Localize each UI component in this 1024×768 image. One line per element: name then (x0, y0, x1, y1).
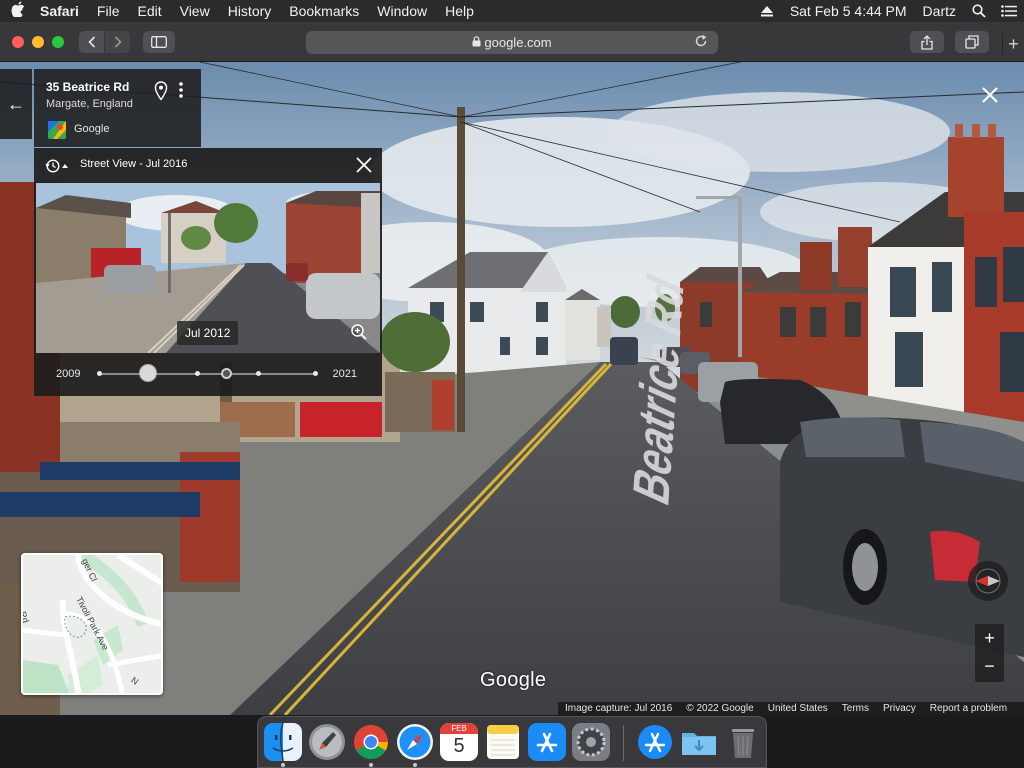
history-preview-date: Jul 2012 (177, 321, 239, 345)
history-clock-icon[interactable] (45, 158, 68, 174)
attribution-bar: Image capture: Jul 2016 © 2022 Google Un… (558, 702, 1024, 715)
back-to-map-button[interactable]: ← (0, 69, 32, 139)
close-icon[interactable] (354, 155, 374, 175)
street-view-history-panel: Street View - Jul 2016 Jul 2012 2009 202… (34, 148, 382, 396)
dock: FEB 5 (257, 716, 767, 768)
copyright-text: © 2022 Google (686, 703, 754, 714)
place-source-label: Google (74, 123, 110, 135)
map-pin-icon[interactable] (154, 81, 172, 103)
menu-bar: Safari File Edit View History Bookmarks … (0, 0, 1024, 22)
minimap[interactable]: Tivoli Park Ave Rd ger Cl N (21, 553, 163, 695)
chrome-icon[interactable] (352, 723, 390, 761)
timeline-end-year: 2021 (332, 368, 357, 380)
apple-menu-icon[interactable] (0, 1, 36, 21)
image-capture-date: Image capture: Jul 2016 (565, 703, 673, 714)
menu-user[interactable]: Dartz (915, 0, 964, 22)
google-maps-logo-icon (48, 121, 66, 139)
history-panel-title: Street View - Jul 2016 (80, 158, 188, 170)
trash-icon[interactable] (724, 723, 762, 761)
menu-window[interactable]: Window (368, 0, 436, 22)
notes-icon[interactable] (484, 723, 522, 761)
timeline-tick[interactable] (97, 371, 102, 376)
downloads-folder-icon[interactable] (680, 723, 718, 761)
menu-bookmarks[interactable]: Bookmarks (280, 0, 368, 22)
place-info-card: 35 Beatrice Rd Margate, England Google (34, 69, 201, 147)
zoom-control: + − (975, 624, 1004, 682)
more-options-icon[interactable] (178, 81, 188, 103)
timeline-tick[interactable] (195, 371, 200, 376)
control-center-list-icon[interactable] (994, 0, 1024, 22)
region-link[interactable]: United States (761, 703, 835, 714)
safari-toolbar: google.com (0, 22, 1024, 62)
history-preview-image[interactable]: Jul 2012 (36, 183, 380, 353)
forward-button[interactable] (105, 31, 130, 53)
menu-history[interactable]: History (219, 0, 281, 22)
menu-edit[interactable]: Edit (128, 0, 170, 22)
eject-icon[interactable] (752, 0, 782, 22)
window-fullscreen-button[interactable] (52, 36, 64, 48)
google-wordmark-logo: Google (480, 669, 547, 691)
timeline-track[interactable] (97, 371, 318, 376)
system-preferences-icon[interactable] (572, 723, 610, 761)
window-close-button[interactable] (12, 36, 24, 48)
menu-file[interactable]: File (88, 0, 129, 22)
street-view-viewport[interactable]: Beatrice Rd ← 35 Beatrice Rd Margate, En… (0, 62, 1024, 715)
place-subtitle: Margate, England (46, 98, 133, 110)
share-button[interactable] (910, 31, 944, 53)
calendar-day: 5 (453, 735, 465, 757)
tabs-icon (965, 35, 979, 49)
place-title[interactable]: 35 Beatrice Rd (46, 80, 129, 94)
report-problem-link[interactable]: Report a problem (923, 703, 1014, 714)
timeline-current-marker[interactable] (221, 368, 232, 379)
calendar-month: FEB (440, 723, 478, 734)
safari-icon[interactable] (396, 723, 434, 761)
sidebar-toggle-button[interactable] (143, 31, 175, 53)
timeline-tick[interactable] (256, 371, 261, 376)
address-url: google.com (484, 35, 552, 50)
zoom-in-button[interactable]: + (975, 624, 1004, 653)
lock-icon (472, 35, 481, 50)
menu-view[interactable]: View (171, 0, 219, 22)
running-indicator (413, 763, 417, 767)
running-indicator (369, 763, 373, 767)
new-tab-button[interactable]: + (1002, 33, 1024, 55)
zoom-in-icon[interactable] (350, 323, 368, 341)
share-icon (921, 34, 933, 50)
timeline-tick[interactable] (313, 371, 318, 376)
history-panel-header: Street View - Jul 2016 (34, 148, 382, 183)
spotlight-search-icon[interactable] (964, 0, 994, 22)
compass-icon[interactable] (966, 559, 1010, 603)
address-bar[interactable]: google.com (306, 31, 718, 54)
chevron-left-icon (87, 36, 95, 48)
menu-app-name[interactable]: Safari (36, 0, 88, 22)
app-store-download-icon[interactable] (636, 723, 674, 761)
tab-overview-button[interactable] (955, 31, 989, 53)
safari-window: google.com + Beatrice Rd ← 35 Beatrice R… (0, 22, 1024, 715)
app-store-icon[interactable] (528, 723, 566, 761)
timeline-start-year: 2009 (56, 368, 81, 380)
menu-help[interactable]: Help (436, 0, 483, 22)
zoom-out-button[interactable]: − (975, 653, 1004, 682)
timeline-slider-thumb[interactable] (139, 364, 157, 382)
menu-clock[interactable]: Sat Feb 5 4:44 PM (782, 0, 915, 22)
window-minimize-button[interactable] (32, 36, 44, 48)
terms-link[interactable]: Terms (835, 703, 876, 714)
running-indicator (281, 763, 285, 767)
back-button[interactable] (79, 31, 104, 53)
privacy-link[interactable]: Privacy (876, 703, 923, 714)
dock-separator (623, 725, 624, 761)
finder-icon[interactable] (264, 722, 302, 762)
calendar-icon[interactable]: FEB 5 (440, 723, 478, 761)
launchpad-icon[interactable] (308, 723, 346, 761)
reload-icon[interactable] (694, 34, 710, 50)
chevron-right-icon (114, 36, 122, 48)
sidebar-icon (151, 36, 167, 48)
exit-street-view-close-icon[interactable] (979, 84, 1001, 106)
